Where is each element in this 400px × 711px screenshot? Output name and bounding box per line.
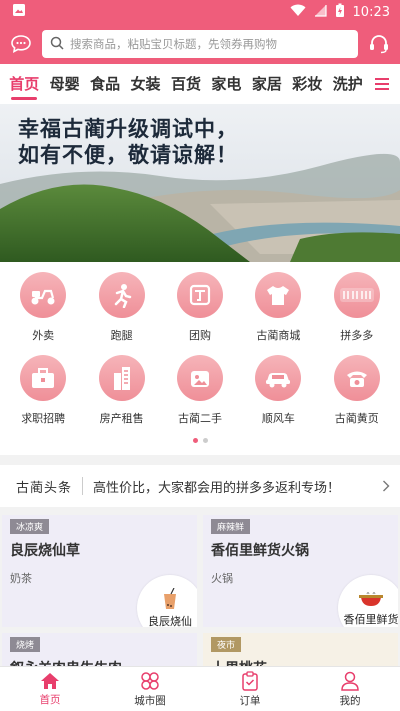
car-icon [255,355,302,401]
page-dot [202,438,208,443]
pinduoduo-icon [333,272,380,318]
page-indicator [0,438,400,451]
customer-service-icon[interactable] [366,31,392,57]
shop-title: 香佰里鲜货火锅 [211,543,309,559]
shop-tag: 麻辣鲜 [211,519,251,534]
tab-label: 城市圈 [134,694,166,707]
search-box[interactable] [42,30,358,58]
signal-icon [314,4,327,21]
group-buy-icon [176,272,223,318]
service-label: 外卖 [32,329,55,342]
banner-line-2: 如有不便，敬请谅解！ [18,143,238,167]
tab-profile[interactable]: 我的 [300,667,400,711]
chevron-right-icon [382,477,390,496]
shop-cards: 冰凉爽 良辰烧仙草 奶茶 良辰烧仙 麻辣鲜 香佰里鲜货火锅 火锅 香佰里鲜货 烧… [0,515,400,681]
service-label: 古蔺黄页 [334,412,379,425]
divider [82,477,84,495]
tab-city-circle[interactable]: 城市圈 [100,667,200,711]
tshirt-icon [255,272,302,318]
category-tab-care[interactable]: 洗护 [328,64,368,104]
service-yellowpages[interactable]: 古蔺黄页 [319,355,395,426]
status-bar: 10:23 [0,0,400,24]
briefcase-icon [20,355,67,401]
scooter-icon [20,272,67,318]
status-time: 10:23 [352,4,390,20]
service-label: 古蔺二手 [177,412,222,425]
tab-label: 首页 [39,693,61,706]
category-tab-home-living[interactable]: 家居 [247,64,287,104]
banner-line-1: 幸福古蔺升级调试中， [18,117,238,141]
service-secondhand[interactable]: 古蔺二手 [162,355,238,426]
service-pinduoduo[interactable]: 拼多多 [319,272,395,343]
service-label: 团购 [188,329,211,342]
service-mall[interactable]: 古蔺商城 [240,272,316,343]
wifi-icon [290,4,306,21]
shop-card[interactable]: 冰凉爽 良辰烧仙草 奶茶 良辰烧仙 [2,515,197,627]
service-errand[interactable]: 跑腿 [84,272,160,343]
search-input[interactable] [70,37,350,51]
service-label: 求职招聘 [21,412,66,425]
category-tab-makeup[interactable]: 彩妆 [287,64,327,104]
category-tab-home[interactable]: 首页 [4,64,44,104]
service-carpool[interactable]: 顺风车 [240,355,316,426]
category-tab-women[interactable]: 女装 [125,64,165,104]
building-icon [98,355,145,401]
category-tab-food[interactable]: 食品 [85,64,125,104]
category-tabs: 首页 母婴 食品 女装 百货 家电 家居 彩妆 洗护 [0,64,400,104]
service-groupbuy[interactable]: 团购 [162,272,238,343]
shop-card[interactable]: 麻辣鲜 香佰里鲜货火锅 火锅 香佰里鲜货 [203,515,398,627]
message-icon[interactable] [8,31,34,57]
tab-label: 我的 [339,694,361,707]
runner-icon [98,272,145,318]
menu-icon[interactable] [368,78,396,90]
shop-title: 良辰烧仙草 [10,543,80,559]
phone-icon [333,355,380,401]
promo-banner[interactable]: 幸福古蔺升级调试中， 如有不便，敬请谅解！ [0,104,400,262]
category-tab-appliance[interactable]: 家电 [206,64,246,104]
shop-tag: 夜市 [211,637,242,652]
order-icon [242,670,258,691]
gallery-notification-icon [12,3,26,21]
battery-icon [335,3,345,22]
tab-home[interactable]: 首页 [0,667,100,711]
service-label: 顺风车 [261,412,295,425]
service-label: 古蔺商城 [256,329,301,342]
bottom-tab-bar: 首页 城市圈 订单 我的 [0,666,400,711]
service-jobs[interactable]: 求职招聘 [5,355,81,426]
shop-tag: 烧烤 [10,637,41,652]
shop-logo-text: 香佰里鲜货 [343,612,399,626]
service-realestate[interactable]: 房产租售 [84,355,160,426]
service-label: 跑腿 [110,329,133,342]
profile-icon [341,671,359,691]
secondhand-icon [176,355,223,401]
category-tab-maternal[interactable]: 母婴 [44,64,84,104]
tab-orders[interactable]: 订单 [200,667,300,711]
service-label: 拼多多 [340,329,374,342]
search-icon [50,35,64,54]
category-tab-general[interactable]: 百货 [166,64,206,104]
city-circle-icon [141,671,159,690]
service-label: 房产租售 [99,412,144,425]
banner-text: 幸福古蔺升级调试中， 如有不便，敬请谅解！ [18,116,238,168]
headline-bar[interactable]: 古蔺头条 高性价比，大家都会用的拼多多返利专场！ [0,465,400,507]
page-dot-active [192,438,198,443]
service-grid: 外卖 跑腿 团购 古蔺商城 拼多多 求职招聘 房产租售 古蔺二手 顺风车 古蔺黄… [0,262,400,455]
headline-logo: 古蔺头条 [16,480,73,496]
shop-logo-text: 良辰烧仙 [148,614,192,628]
bubble-tea-icon [164,587,176,609]
headline-text: 高性价比，大家都会用的拼多多返利专场！ [93,480,341,496]
app-header [0,24,400,64]
home-icon [41,672,59,689]
hotpot-icon [359,591,383,606]
service-takeout[interactable]: 外卖 [5,272,81,343]
shop-tag: 冰凉爽 [10,519,50,534]
tab-label: 订单 [239,694,261,707]
